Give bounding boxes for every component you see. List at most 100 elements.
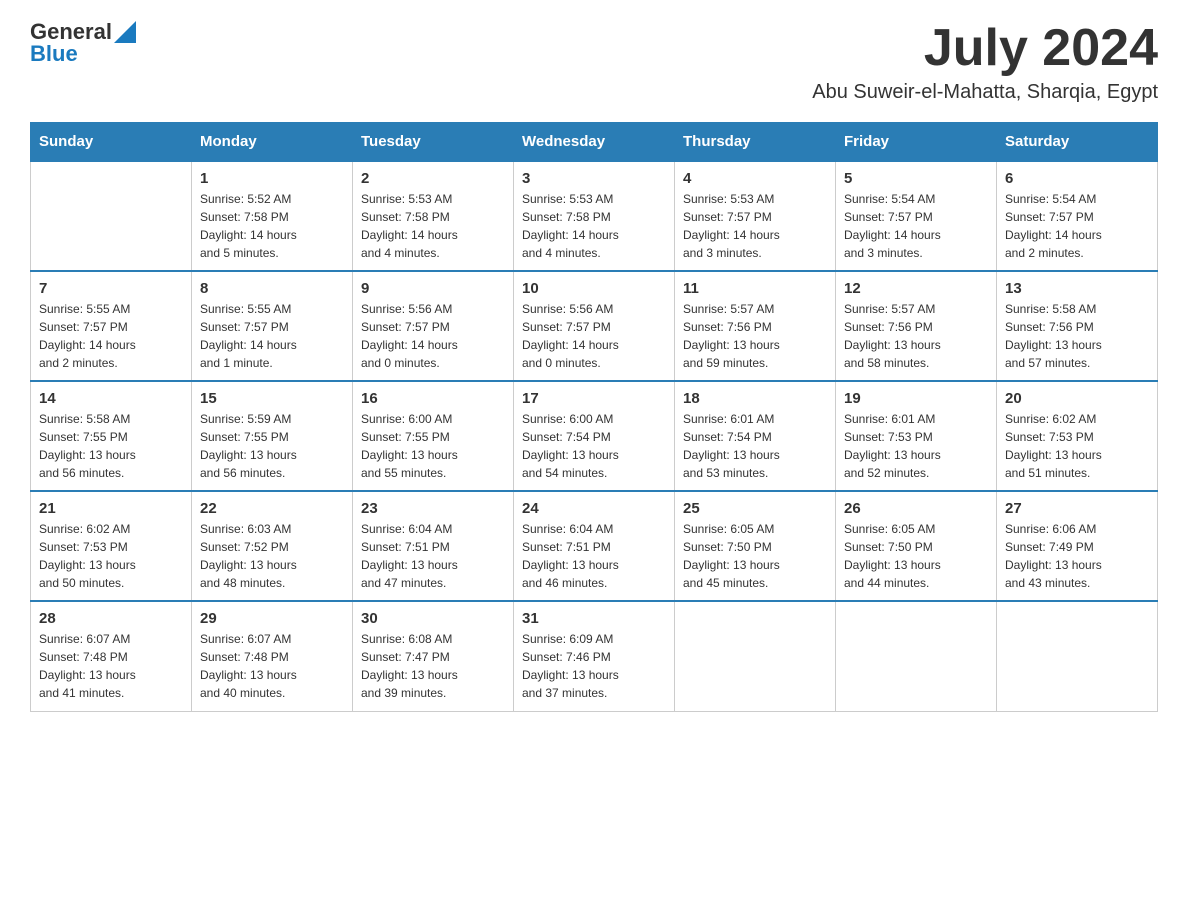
day-number: 22 xyxy=(200,500,344,517)
day-number: 2 xyxy=(361,170,505,187)
day-info: Sunrise: 6:04 AMSunset: 7:51 PMDaylight:… xyxy=(361,520,505,592)
calendar-cell: 25 Sunrise: 6:05 AMSunset: 7:50 PMDayligh… xyxy=(675,491,836,601)
calendar-cell: 24Sunrise: 6:04 AMSunset: 7:51 PMDayligh… xyxy=(514,491,675,601)
week-row-4: 21 Sunrise: 6:02 AMSunset: 7:53 PMDayligh… xyxy=(31,491,1158,601)
week-row-3: 14Sunrise: 5:58 AMSunset: 7:55 PMDayligh… xyxy=(31,381,1158,491)
calendar-cell: 5 Sunrise: 5:54 AMSunset: 7:57 PMDaylight… xyxy=(836,161,997,271)
week-row-1: 1 Sunrise: 5:52 AMSunset: 7:58 PMDaylight… xyxy=(31,161,1158,271)
day-number: 21 xyxy=(39,500,183,517)
calendar-cell: 22 Sunrise: 6:03 AMSunset: 7:52 PMDayligh… xyxy=(192,491,353,601)
col-header-saturday: Saturday xyxy=(997,123,1158,162)
day-info: Sunrise: 5:56 AMSunset: 7:57 PMDaylight:… xyxy=(522,300,666,372)
day-info: Sunrise: 5:54 AMSunset: 7:57 PMDaylight:… xyxy=(844,190,988,262)
day-info: Sunrise: 6:09 AMSunset: 7:46 PMDaylight:… xyxy=(522,630,666,702)
day-number: 7 xyxy=(39,280,183,297)
col-header-monday: Monday xyxy=(192,123,353,162)
day-number: 20 xyxy=(1005,390,1149,407)
calendar-body: 1 Sunrise: 5:52 AMSunset: 7:58 PMDaylight… xyxy=(31,161,1158,711)
day-info: Sunrise: 6:00 AMSunset: 7:54 PMDaylight:… xyxy=(522,410,666,482)
day-number: 4 xyxy=(683,170,827,187)
day-info: Sunrise: 6:04 AMSunset: 7:51 PMDaylight:… xyxy=(522,520,666,592)
day-info: Sunrise: 5:57 AMSunset: 7:56 PMDaylight:… xyxy=(844,300,988,372)
calendar-cell: 4Sunrise: 5:53 AMSunset: 7:57 PMDaylight… xyxy=(675,161,836,271)
calendar-cell: 21 Sunrise: 6:02 AMSunset: 7:53 PMDayligh… xyxy=(31,491,192,601)
day-number: 9 xyxy=(361,280,505,297)
day-number: 6 xyxy=(1005,170,1149,187)
logo: General Blue xyxy=(30,20,136,66)
calendar-header: SundayMondayTuesdayWednesdayThursdayFrid… xyxy=(31,123,1158,162)
day-info: Sunrise: 6:06 AMSunset: 7:49 PMDaylight:… xyxy=(1005,520,1149,592)
week-row-5: 28 Sunrise: 6:07 AMSunset: 7:48 PMDayligh… xyxy=(31,601,1158,711)
day-info: Sunrise: 6:02 AMSunset: 7:53 PMDaylight:… xyxy=(39,520,183,592)
day-info: Sunrise: 6:00 AMSunset: 7:55 PMDaylight:… xyxy=(361,410,505,482)
calendar-cell: 17Sunrise: 6:00 AMSunset: 7:54 PMDayligh… xyxy=(514,381,675,491)
day-number: 3 xyxy=(522,170,666,187)
calendar-cell: 13Sunrise: 5:58 AMSunset: 7:56 PMDayligh… xyxy=(997,271,1158,381)
day-info: Sunrise: 5:59 AMSunset: 7:55 PMDaylight:… xyxy=(200,410,344,482)
day-number: 30 xyxy=(361,610,505,627)
calendar-cell: 15 Sunrise: 5:59 AMSunset: 7:55 PMDayligh… xyxy=(192,381,353,491)
logo-triangle-icon xyxy=(114,21,136,43)
calendar-cell: 20Sunrise: 6:02 AMSunset: 7:53 PMDayligh… xyxy=(997,381,1158,491)
day-number: 25 xyxy=(683,500,827,517)
calendar-cell: 29 Sunrise: 6:07 AMSunset: 7:48 PMDayligh… xyxy=(192,601,353,711)
day-number: 29 xyxy=(200,610,344,627)
day-number: 31 xyxy=(522,610,666,627)
col-header-sunday: Sunday xyxy=(31,123,192,162)
day-info: Sunrise: 6:03 AMSunset: 7:52 PMDaylight:… xyxy=(200,520,344,592)
location-subtitle: Abu Suweir-el-Mahatta, Sharqia, Egypt xyxy=(812,81,1158,104)
day-info: Sunrise: 6:07 AMSunset: 7:48 PMDaylight:… xyxy=(200,630,344,702)
calendar-cell: 30Sunrise: 6:08 AMSunset: 7:47 PMDayligh… xyxy=(353,601,514,711)
calendar-cell: 27 Sunrise: 6:06 AMSunset: 7:49 PMDayligh… xyxy=(997,491,1158,601)
day-number: 5 xyxy=(844,170,988,187)
day-info: Sunrise: 5:53 AMSunset: 7:58 PMDaylight:… xyxy=(361,190,505,262)
calendar-cell xyxy=(31,161,192,271)
day-info: Sunrise: 6:05 AMSunset: 7:50 PMDaylight:… xyxy=(844,520,988,592)
day-info: Sunrise: 5:58 AMSunset: 7:56 PMDaylight:… xyxy=(1005,300,1149,372)
calendar-cell xyxy=(675,601,836,711)
calendar-cell xyxy=(997,601,1158,711)
day-number: 14 xyxy=(39,390,183,407)
day-number: 15 xyxy=(200,390,344,407)
title-block: July 2024 Abu Suweir-el-Mahatta, Sharqia… xyxy=(812,20,1158,104)
calendar-cell: 31 Sunrise: 6:09 AMSunset: 7:46 PMDayligh… xyxy=(514,601,675,711)
logo-blue-text: Blue xyxy=(30,42,136,66)
calendar-cell: 16 Sunrise: 6:00 AMSunset: 7:55 PMDayligh… xyxy=(353,381,514,491)
calendar-cell: 26 Sunrise: 6:05 AMSunset: 7:50 PMDayligh… xyxy=(836,491,997,601)
month-year-title: July 2024 xyxy=(812,20,1158,77)
day-info: Sunrise: 5:54 AMSunset: 7:57 PMDaylight:… xyxy=(1005,190,1149,262)
col-header-tuesday: Tuesday xyxy=(353,123,514,162)
day-number: 12 xyxy=(844,280,988,297)
day-number: 18 xyxy=(683,390,827,407)
calendar-cell: 18 Sunrise: 6:01 AMSunset: 7:54 PMDayligh… xyxy=(675,381,836,491)
col-header-thursday: Thursday xyxy=(675,123,836,162)
day-info: Sunrise: 6:01 AMSunset: 7:54 PMDaylight:… xyxy=(683,410,827,482)
day-number: 26 xyxy=(844,500,988,517)
day-number: 8 xyxy=(200,280,344,297)
calendar-cell: 7 Sunrise: 5:55 AMSunset: 7:57 PMDaylight… xyxy=(31,271,192,381)
page-header: General Blue July 2024 Abu Suweir-el-Mah… xyxy=(30,20,1158,104)
calendar-cell: 10 Sunrise: 5:56 AMSunset: 7:57 PMDayligh… xyxy=(514,271,675,381)
calendar-cell: 11Sunrise: 5:57 AMSunset: 7:56 PMDayligh… xyxy=(675,271,836,381)
day-info: Sunrise: 5:55 AMSunset: 7:57 PMDaylight:… xyxy=(200,300,344,372)
day-info: Sunrise: 5:56 AMSunset: 7:57 PMDaylight:… xyxy=(361,300,505,372)
col-header-friday: Friday xyxy=(836,123,997,162)
day-number: 10 xyxy=(522,280,666,297)
day-number: 19 xyxy=(844,390,988,407)
day-info: Sunrise: 5:55 AMSunset: 7:57 PMDaylight:… xyxy=(39,300,183,372)
calendar-cell: 28Sunrise: 6:07 AMSunset: 7:48 PMDayligh… xyxy=(31,601,192,711)
calendar-cell: 2 Sunrise: 5:53 AMSunset: 7:58 PMDaylight… xyxy=(353,161,514,271)
calendar-cell xyxy=(836,601,997,711)
day-info: Sunrise: 6:05 AMSunset: 7:50 PMDaylight:… xyxy=(683,520,827,592)
calendar-cell: 6 Sunrise: 5:54 AMSunset: 7:57 PMDaylight… xyxy=(997,161,1158,271)
col-header-wednesday: Wednesday xyxy=(514,123,675,162)
calendar-cell: 8 Sunrise: 5:55 AMSunset: 7:57 PMDaylight… xyxy=(192,271,353,381)
day-info: Sunrise: 6:01 AMSunset: 7:53 PMDaylight:… xyxy=(844,410,988,482)
week-row-2: 7 Sunrise: 5:55 AMSunset: 7:57 PMDaylight… xyxy=(31,271,1158,381)
day-info: Sunrise: 5:52 AMSunset: 7:58 PMDaylight:… xyxy=(200,190,344,262)
day-number: 1 xyxy=(200,170,344,187)
day-number: 27 xyxy=(1005,500,1149,517)
day-number: 16 xyxy=(361,390,505,407)
day-number: 28 xyxy=(39,610,183,627)
calendar-cell: 12 Sunrise: 5:57 AMSunset: 7:56 PMDayligh… xyxy=(836,271,997,381)
